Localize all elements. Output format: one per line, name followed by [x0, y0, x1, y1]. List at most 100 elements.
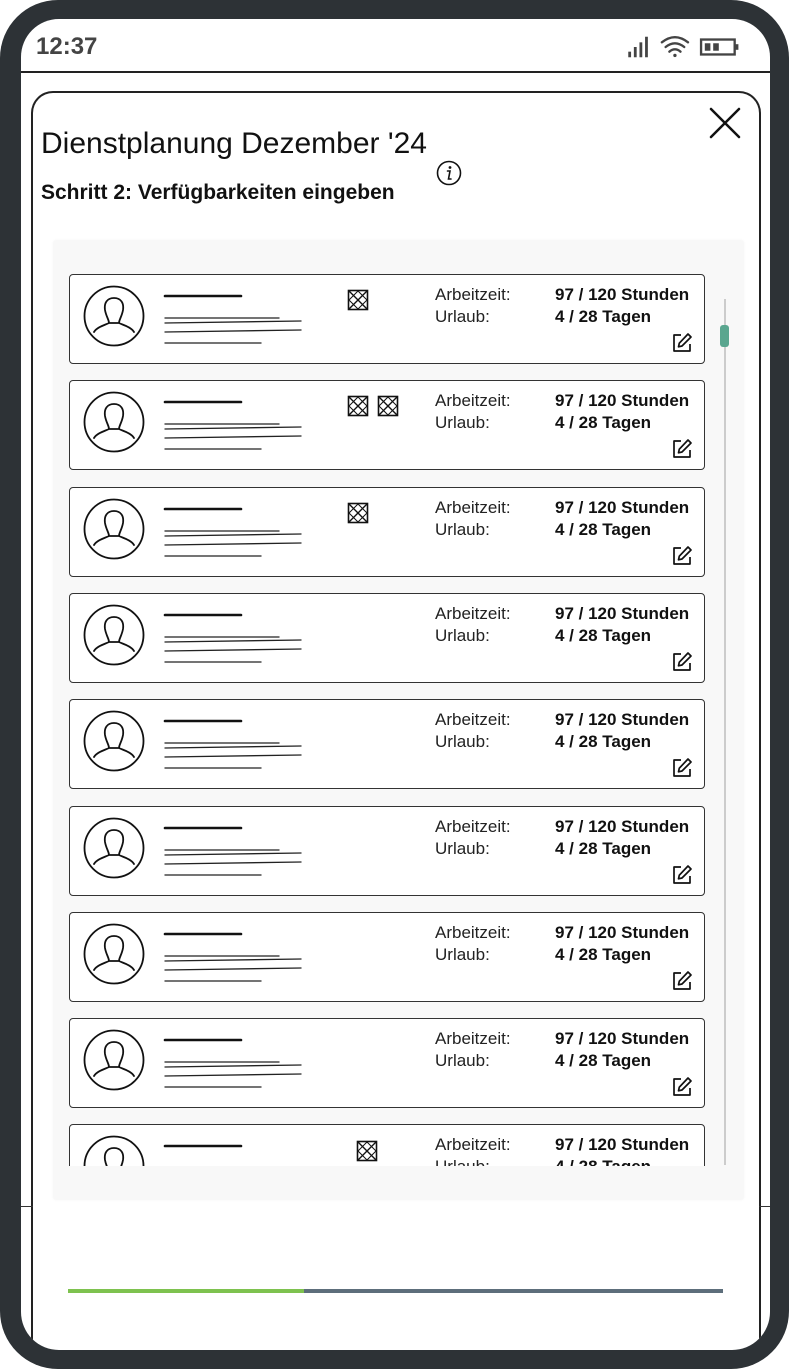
- side-button-volume: [781, 264, 789, 422]
- vacation-label: Urlaub:: [435, 1051, 490, 1071]
- avatar-icon: [83, 710, 145, 772]
- x-box-icon: [347, 395, 369, 417]
- employee-card[interactable]: Arbeitzeit: 97 / 120 Stunden Urlaub: 4 /…: [69, 274, 705, 364]
- vacation-value: 4 / 28 Tagen: [555, 1157, 651, 1166]
- work-time-label: Arbeitzeit:: [435, 497, 511, 517]
- work-time-label: Arbeitzeit:: [435, 285, 511, 304]
- employee-card[interactable]: Arbeitzeit: 97 / 120 Stunden Urlaub: 4 /…: [69, 699, 705, 790]
- work-time-value: 97 / 120 Stunden: [555, 603, 690, 623]
- avatar-icon: [83, 285, 145, 347]
- avatar-icon: [83, 1029, 145, 1091]
- work-time-label: Arbeitzeit:: [435, 816, 511, 836]
- edit-icon[interactable]: [671, 970, 693, 992]
- step-progress-fill: [68, 1289, 304, 1293]
- absence-markers: [347, 395, 399, 419]
- avatar-icon: [83, 923, 145, 985]
- info-icon[interactable]: [436, 160, 462, 186]
- employee-card[interactable]: Arbeitzeit: 97 / 120 Stunden Urlaub: 4 /…: [69, 1124, 705, 1166]
- vacation-value: 4 / 28 Tagen: [555, 944, 652, 964]
- avatar-icon: [83, 817, 145, 878]
- vacation-value: 4 / 28 Tagen: [555, 1051, 652, 1071]
- signal-icon: [628, 36, 648, 58]
- work-time-value: 97 / 120 Stunden: [555, 497, 690, 517]
- sheet-divider-right: [759, 1206, 770, 1207]
- phone-frame: 12:37 Dienstplanung Dezember '24 Schritt…: [0, 0, 789, 1369]
- vacation-value: 4 / 28 Tagen: [555, 625, 652, 645]
- x-box-icon: [347, 289, 369, 311]
- name-placeholder: [163, 719, 302, 769]
- name-placeholder: [163, 507, 302, 557]
- vacation-label: Urlaub:: [435, 413, 490, 433]
- x-box-icon: [377, 395, 399, 417]
- employee-card[interactable]: Arbeitzeit: 97 / 120 Stunden Urlaub: 4 /…: [69, 1018, 705, 1109]
- avatar-icon: [83, 1135, 145, 1166]
- work-time-label: Arbeitzeit:: [435, 710, 511, 730]
- name-placeholder: [163, 400, 302, 450]
- work-time-label: Arbeitzeit:: [435, 603, 511, 623]
- x-box-icon: [356, 1141, 378, 1162]
- name-placeholder: [163, 294, 302, 344]
- scrollbar-thumb[interactable]: [720, 325, 729, 347]
- work-time-value: 97 / 120 Stunden: [555, 710, 690, 730]
- edit-icon[interactable]: [671, 545, 693, 567]
- employee-panel: Arbeitzeit: 97 / 120 Stunden Urlaub: 4 /…: [54, 241, 743, 1199]
- vacation-value: 4 / 28 Tagen: [555, 519, 652, 539]
- wifi-icon: [660, 36, 690, 58]
- status-icons: [628, 36, 739, 58]
- edit-icon[interactable]: [671, 332, 693, 354]
- close-icon[interactable]: [707, 105, 743, 141]
- step-progress-bar: [68, 1289, 723, 1293]
- edit-icon[interactable]: [671, 651, 693, 673]
- side-button-power: [781, 498, 789, 580]
- edit-icon[interactable]: [671, 864, 693, 886]
- x-box-icon: [347, 502, 369, 523]
- name-placeholder: [163, 1145, 243, 1148]
- work-time-value: 97 / 120 Stunden: [555, 816, 690, 836]
- vacation-label: Urlaub:: [435, 944, 490, 964]
- absence-markers: [356, 1140, 378, 1164]
- vacation-label: Urlaub:: [435, 625, 490, 645]
- work-time-label: Arbeitzeit:: [435, 1135, 511, 1155]
- vacation-value: 4 / 28 Tagen: [555, 307, 652, 326]
- page-title: Dienstplanung Dezember '24: [41, 127, 427, 160]
- work-time-label: Arbeitzeit:: [435, 1029, 511, 1049]
- status-bar: 12:37: [21, 19, 770, 71]
- vacation-value: 4 / 28 Tagen: [555, 732, 652, 752]
- vacation-label: Urlaub:: [435, 732, 490, 752]
- employee-card[interactable]: Arbeitzeit: 97 / 120 Stunden Urlaub: 4 /…: [69, 805, 705, 896]
- employee-card[interactable]: Arbeitzeit: 97 / 120 Stunden Urlaub: 4 /…: [69, 592, 705, 683]
- vacation-label: Urlaub:: [435, 307, 490, 326]
- avatar-icon: [83, 391, 145, 453]
- work-time-value: 97 / 120 Stunden: [555, 922, 690, 942]
- edit-icon[interactable]: [671, 757, 693, 779]
- employee-card[interactable]: Arbeitzeit: 97 / 120 Stunden Urlaub: 4 /…: [69, 911, 705, 1002]
- absence-markers: [347, 502, 369, 526]
- avatar-icon: [83, 604, 145, 666]
- employee-card[interactable]: Arbeitzeit: 97 / 120 Stunden Urlaub: 4 /…: [69, 380, 705, 471]
- name-placeholder: [163, 826, 302, 876]
- scrollbar-track[interactable]: [724, 299, 726, 1165]
- avatar-icon: [83, 498, 145, 559]
- vacation-value: 4 / 28 Tagen: [555, 413, 652, 433]
- vacation-label: Urlaub:: [435, 519, 490, 539]
- edit-icon[interactable]: [671, 1076, 693, 1098]
- vacation-label: Urlaub:: [435, 1157, 490, 1166]
- vacation-label: Urlaub:: [435, 838, 490, 858]
- work-time-value: 97 / 120 Stunden: [555, 1029, 690, 1049]
- edit-icon[interactable]: [671, 438, 693, 460]
- employee-card[interactable]: Arbeitzeit: 97 / 120 Stunden Urlaub: 4 /…: [69, 486, 705, 577]
- absence-markers: [347, 289, 369, 313]
- name-placeholder: [163, 613, 302, 663]
- vacation-value: 4 / 28 Tagen: [555, 838, 652, 858]
- name-placeholder: [163, 1038, 302, 1088]
- step-title: Schritt 2: Verfügbarkeiten eingeben: [41, 181, 395, 204]
- status-divider: [21, 71, 770, 73]
- employee-list[interactable]: Arbeitzeit: 97 / 120 Stunden Urlaub: 4 /…: [69, 274, 709, 1166]
- screen: 12:37 Dienstplanung Dezember '24 Schritt…: [21, 19, 770, 1350]
- sheet-divider-left: [21, 1206, 33, 1207]
- work-time-value: 97 / 120 Stunden: [555, 1135, 690, 1155]
- work-time-value: 97 / 120 Stunden: [555, 391, 690, 411]
- battery-icon: [699, 38, 739, 56]
- work-time-label: Arbeitzeit:: [435, 391, 511, 411]
- work-time-value: 97 / 120 Stunden: [555, 285, 690, 304]
